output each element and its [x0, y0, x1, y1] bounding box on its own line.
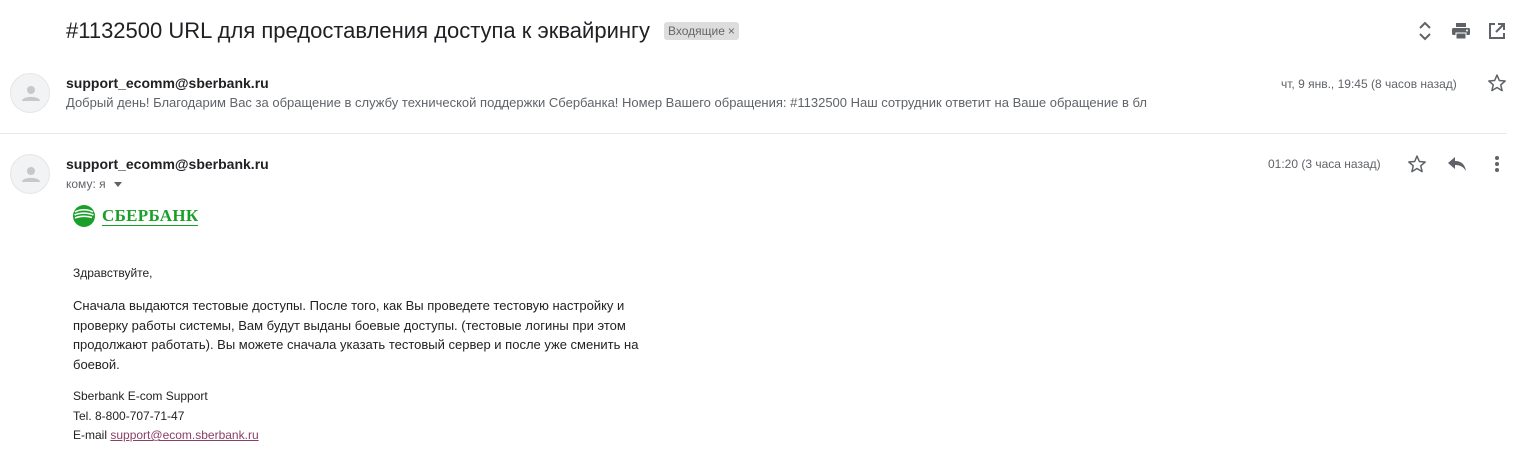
sberbank-logo: СБЕРБАНК — [72, 204, 199, 228]
email-subject: #1132500 URL для предоставления доступа … — [66, 18, 651, 43]
signature-email-label: E-mail — [73, 428, 108, 442]
signature-email-link[interactable]: support@ecom.sberbank.ru — [110, 428, 258, 442]
message-snippet[interactable]: Добрый день! Благодарим Вас за обращение… — [66, 95, 1196, 110]
signature-phone: Tel. 8-800-707-71-47 — [73, 409, 185, 423]
sberbank-logo-icon — [73, 205, 95, 227]
email-greeting: Здравствуйте, — [73, 266, 153, 280]
label-chip-inbox[interactable]: Входящие × — [664, 22, 739, 40]
recipients-line[interactable]: кому: я — [66, 177, 122, 191]
signature-email-line: E-mail support@ecom.sberbank.ru — [73, 428, 259, 442]
remove-label-icon[interactable]: × — [728, 22, 735, 40]
message-date: 01:20 (3 часа назад) — [1268, 157, 1381, 171]
message-divider — [0, 133, 1507, 134]
message-sender[interactable]: support_ecomm@sberbank.ru — [66, 75, 269, 91]
open-in-new-window-icon[interactable] — [1485, 19, 1509, 43]
star-icon[interactable] — [1405, 152, 1429, 176]
message-sender[interactable]: support_ecomm@sberbank.ru — [66, 156, 269, 172]
more-options-icon[interactable] — [1485, 152, 1509, 176]
chevron-down-icon[interactable] — [113, 181, 122, 187]
star-icon[interactable] — [1485, 71, 1509, 95]
print-icon[interactable] — [1449, 19, 1473, 43]
recipients-text: кому: я — [66, 177, 106, 191]
expand-collapse-icon[interactable] — [1413, 19, 1437, 43]
message-date: чт, 9 янв., 19:45 (8 часов назад) — [1281, 77, 1457, 91]
sberbank-logo-text: СБЕРБАНК — [102, 205, 199, 226]
reply-icon[interactable] — [1445, 152, 1469, 176]
default-avatar-icon — [22, 86, 40, 101]
signature-name: Sberbank E-com Support — [73, 389, 208, 403]
email-body-paragraph: Сначала выдаются тестовые доступы. После… — [73, 298, 639, 372]
default-avatar-icon — [22, 167, 40, 182]
avatar[interactable] — [10, 154, 50, 194]
label-chip-text: Входящие — [668, 24, 725, 38]
avatar[interactable] — [10, 73, 50, 113]
